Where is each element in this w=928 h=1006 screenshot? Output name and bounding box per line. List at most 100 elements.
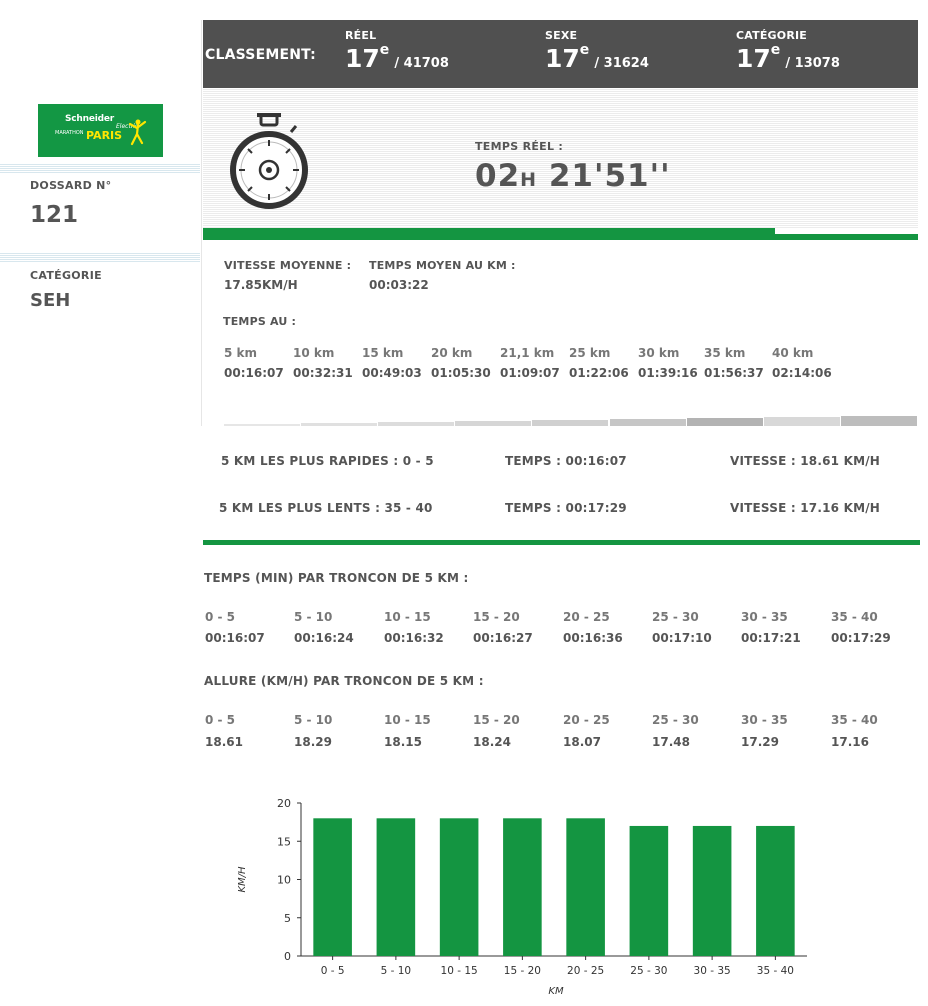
- segment-time: 00:16:24: [294, 631, 354, 645]
- bar: [313, 818, 352, 956]
- split-time: 00:16:07: [224, 366, 284, 380]
- bar: [439, 818, 479, 956]
- temps-moyen-km-label: TEMPS MOYEN AU KM :: [369, 259, 516, 272]
- y-tick-label: 20: [277, 797, 291, 810]
- split-km: 35 km: [704, 346, 746, 360]
- x-axis-label: KM: [548, 986, 564, 997]
- segment-label: 15 - 20: [473, 713, 520, 727]
- logo-brand: Schneider: [65, 114, 115, 124]
- segment-label: 30 - 35: [741, 713, 788, 727]
- rank-label: RÉEL: [345, 29, 377, 42]
- split-km: 20 km: [431, 346, 473, 360]
- troncons-temps-title: TEMPS (MIN) PAR TRONCON DE 5 KM :: [204, 571, 469, 585]
- rank-total: / 31624: [594, 56, 649, 71]
- x-tick-label: 5 - 10: [381, 965, 412, 977]
- progress-remaining: [775, 228, 918, 234]
- troncons-allure-title: ALLURE (KM/H) PAR TRONCON DE 5 KM :: [204, 674, 484, 688]
- segment-label: 25 - 30: [652, 610, 699, 624]
- split-km: 30 km: [638, 346, 680, 360]
- segment-time: 00:16:32: [384, 631, 444, 645]
- stopwatch-icon: [230, 113, 308, 209]
- segment-time: 00:17:21: [741, 631, 801, 645]
- segment-speed: 18.29: [294, 735, 332, 749]
- slow-vitesse: VITESSE : 17.16 KM/H: [730, 501, 881, 515]
- split-km: 10 km: [293, 346, 335, 360]
- segment-label: 20 - 25: [563, 713, 610, 727]
- x-tick-label: 20 - 25: [567, 965, 604, 977]
- split-time: 01:09:07: [500, 366, 560, 380]
- segment-time: 00:16:07: [205, 631, 265, 645]
- categorie-label: CATÉGORIE: [30, 269, 102, 282]
- classement-title: CLASSEMENT:: [205, 47, 316, 63]
- segment-speed: 18.61: [205, 735, 243, 749]
- segment-label: 35 - 40: [831, 610, 878, 624]
- y-tick-label: 5: [284, 912, 291, 925]
- split-bars: [224, 414, 918, 426]
- segment-label: 15 - 20: [473, 610, 520, 624]
- rank-total: / 13078: [785, 56, 840, 71]
- x-tick-label: 35 - 40: [757, 965, 794, 977]
- split-km: 5 km: [224, 346, 258, 360]
- segment-time: 00:17:10: [652, 631, 712, 645]
- runner-icon: [128, 119, 147, 146]
- split-bar: [764, 417, 840, 426]
- fast-vitesse: VITESSE : 18.61 KM/H: [730, 454, 881, 468]
- split-km: 15 km: [362, 346, 404, 360]
- bar: [566, 818, 605, 956]
- rank-label: SEXE: [545, 29, 578, 42]
- sidebar-divider: [0, 164, 200, 173]
- temps-reel-panel: TEMPS RÉEL : 02H 21'51'': [203, 88, 918, 228]
- segment-speed: 17.16: [831, 735, 869, 749]
- x-tick-label: 10 - 15: [441, 965, 478, 977]
- split-km: 25 km: [569, 346, 611, 360]
- temps-reel-value: 02H 21'51'': [475, 158, 671, 194]
- fast-temps: TEMPS : 00:16:07: [505, 454, 627, 468]
- column-divider: [201, 20, 202, 426]
- split-time: 01:05:30: [431, 366, 491, 380]
- split-time: 00:32:31: [293, 366, 353, 380]
- fast-label: 5 KM LES PLUS RAPIDES : 0 - 5: [221, 454, 434, 468]
- split-km: 21,1 km: [500, 346, 555, 360]
- rank-value: 17: [736, 44, 771, 73]
- rank-suffix: e: [579, 42, 590, 58]
- rank-total: / 41708: [394, 56, 449, 71]
- segment-label: 0 - 5: [205, 713, 236, 727]
- x-tick-label: 25 - 30: [630, 965, 667, 977]
- sidebar-divider: [0, 253, 200, 262]
- logo-event-a: MARATHON: [55, 130, 84, 136]
- split-bar: [687, 418, 763, 426]
- x-tick-label: 0 - 5: [321, 965, 345, 977]
- slow-temps: TEMPS : 00:17:29: [505, 501, 627, 515]
- x-tick-label: 15 - 20: [504, 965, 541, 977]
- split-km: 40 km: [772, 346, 814, 360]
- segment-speed: 18.24: [473, 735, 511, 749]
- y-tick-label: 15: [277, 835, 291, 848]
- allure-bar-chart: 0 5 10 15 20 0 - 5 5 - 10 10 - 15 15 - 20 20 - 25…: [237, 797, 807, 997]
- bar: [503, 818, 542, 956]
- segment-time: 00:16:36: [563, 631, 623, 645]
- bar: [629, 825, 669, 956]
- y-axis-label: KM/H: [237, 866, 248, 893]
- split-bar: [224, 424, 300, 426]
- segment-label: 5 - 10: [294, 713, 333, 727]
- rank-reel: RÉEL 17e / 41708: [345, 29, 449, 73]
- temps-reel-label: TEMPS RÉEL :: [475, 140, 564, 153]
- x-tick-label: 30 - 35: [694, 965, 731, 977]
- segment-speed: 17.48: [652, 735, 690, 749]
- segment-label: 0 - 5: [205, 610, 236, 624]
- segment-label: 30 - 35: [741, 610, 788, 624]
- logo-event-b: PARIS: [86, 129, 123, 142]
- rank-suffix: e: [770, 42, 781, 58]
- race-progress-bar: [203, 228, 918, 240]
- section-divider: [203, 540, 920, 545]
- split-bar: [378, 422, 454, 426]
- temps-au-label: TEMPS AU :: [223, 315, 297, 328]
- rank-categorie: CATÉGORIE 17e / 13078: [736, 29, 840, 73]
- slow-label: 5 KM LES PLUS LENTS : 35 - 40: [219, 501, 433, 515]
- y-tick-label: 10: [277, 874, 291, 887]
- marathon-logo: Schneider Electric MARATHON PARIS: [38, 104, 163, 157]
- segment-label: 10 - 15: [384, 610, 431, 624]
- categorie-value: SEH: [30, 290, 71, 311]
- temps-hours: 02: [475, 158, 521, 194]
- bar: [376, 818, 416, 956]
